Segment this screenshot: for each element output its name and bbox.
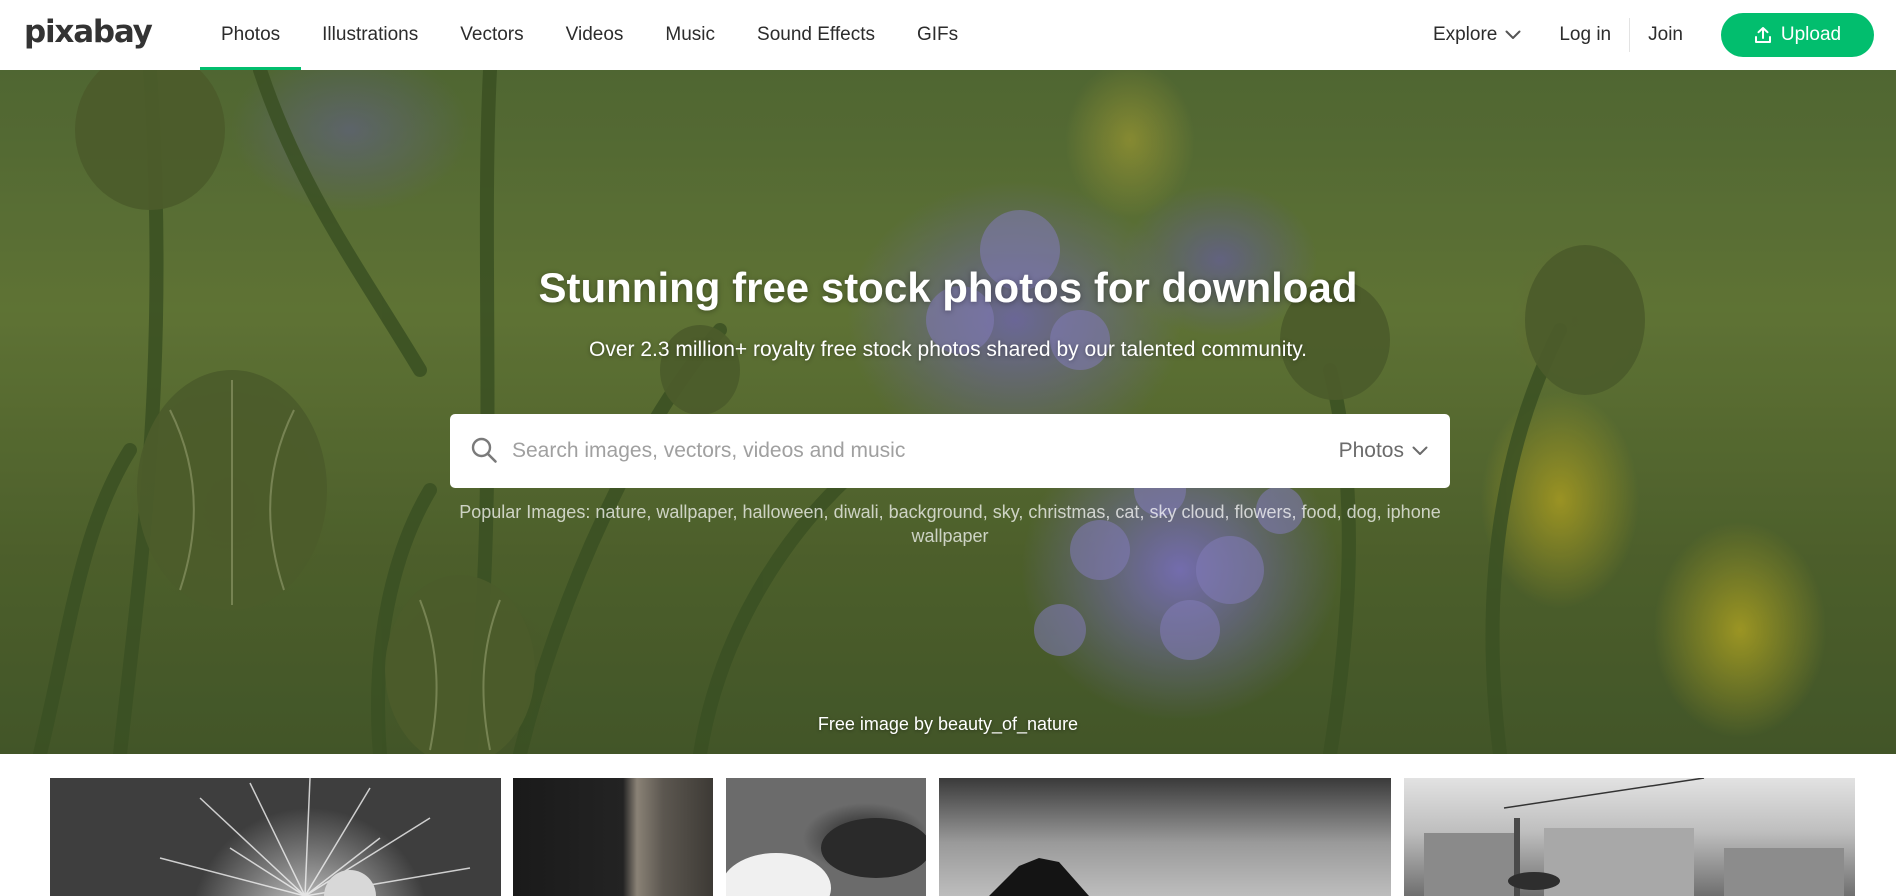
nav-item-vectors[interactable]: Vectors bbox=[439, 0, 544, 70]
hero-section: Stunning free stock photos for download … bbox=[0, 70, 1896, 754]
popular-tag[interactable]: background bbox=[889, 502, 983, 522]
nav-divider bbox=[1629, 18, 1631, 52]
upload-icon bbox=[1754, 27, 1771, 43]
abstract-image bbox=[726, 818, 926, 896]
join-link[interactable]: Join bbox=[1648, 24, 1683, 46]
city-street-image bbox=[1424, 778, 1844, 896]
hero-overlay bbox=[0, 70, 1896, 754]
popular-tag[interactable]: flowers bbox=[1235, 502, 1292, 522]
popular-tag[interactable]: cat bbox=[1115, 502, 1139, 522]
explore-label: Explore bbox=[1432, 24, 1498, 45]
account-nav: Explore Log in Join Upload bbox=[1433, 0, 1874, 70]
hero-subtitle: Over 2.3 million+ royalty free stock pho… bbox=[588, 338, 1308, 361]
explore-menu[interactable]: Explore bbox=[1433, 24, 1521, 46]
image-thumbnail[interactable] bbox=[939, 778, 1391, 896]
pixabay-logo[interactable]: pixabay bbox=[24, 14, 153, 50]
image-credit[interactable]: Free image by beauty_of_nature bbox=[0, 714, 1896, 735]
search-type-label: Photos bbox=[1338, 439, 1404, 462]
popular-tag[interactable]: nature bbox=[595, 502, 646, 522]
search-type-dropdown[interactable]: Photos bbox=[1339, 414, 1428, 488]
mountain-image bbox=[989, 858, 1089, 896]
nav-item-videos[interactable]: Videos bbox=[545, 0, 645, 70]
dandelion-image bbox=[159, 778, 471, 896]
search-icon[interactable] bbox=[470, 436, 498, 464]
popular-searches: Popular Images: nature, wallpaper, hallo… bbox=[459, 502, 1441, 546]
nav-item-sound-effects[interactable]: Sound Effects bbox=[736, 0, 896, 70]
popular-tag[interactable]: halloween bbox=[742, 502, 823, 522]
image-thumbnail[interactable] bbox=[1404, 778, 1855, 896]
popular-tag[interactable]: sky bbox=[993, 502, 1019, 522]
chevron-down-icon bbox=[1505, 30, 1521, 39]
image-grid bbox=[0, 778, 1896, 896]
image-thumbnail[interactable] bbox=[513, 778, 713, 896]
nav-item-illustrations[interactable]: Illustrations bbox=[301, 0, 439, 70]
image-thumbnail[interactable] bbox=[50, 778, 501, 896]
media-type-nav: Photos Illustrations Vectors Videos Musi… bbox=[200, 0, 979, 70]
nav-item-photos[interactable]: Photos bbox=[200, 0, 302, 70]
search-bar: Photos bbox=[450, 414, 1450, 488]
popular-tag[interactable]: diwali bbox=[834, 502, 879, 522]
popular-tag[interactable]: sky cloud bbox=[1149, 502, 1224, 522]
popular-tag[interactable]: christmas bbox=[1028, 502, 1105, 522]
nav-item-gifs[interactable]: GIFs bbox=[896, 0, 979, 70]
popular-label: Popular Images: bbox=[459, 502, 591, 522]
popular-tag[interactable]: food bbox=[1302, 502, 1337, 522]
upload-label: Upload bbox=[1780, 24, 1842, 45]
top-navigation-bar: pixabay Photos Illustrations Vectors Vid… bbox=[0, 0, 1896, 70]
hero-title: Stunning free stock photos for download bbox=[538, 264, 1358, 311]
popular-tag[interactable]: wallpaper bbox=[656, 502, 732, 522]
nav-item-music[interactable]: Music bbox=[644, 0, 736, 70]
login-link[interactable]: Log in bbox=[1559, 24, 1611, 46]
image-thumbnail[interactable] bbox=[726, 778, 926, 896]
chevron-down-icon bbox=[1412, 446, 1428, 455]
upload-button[interactable]: Upload bbox=[1721, 13, 1874, 57]
search-input[interactable] bbox=[512, 432, 1272, 470]
popular-tag[interactable]: dog bbox=[1347, 502, 1377, 522]
